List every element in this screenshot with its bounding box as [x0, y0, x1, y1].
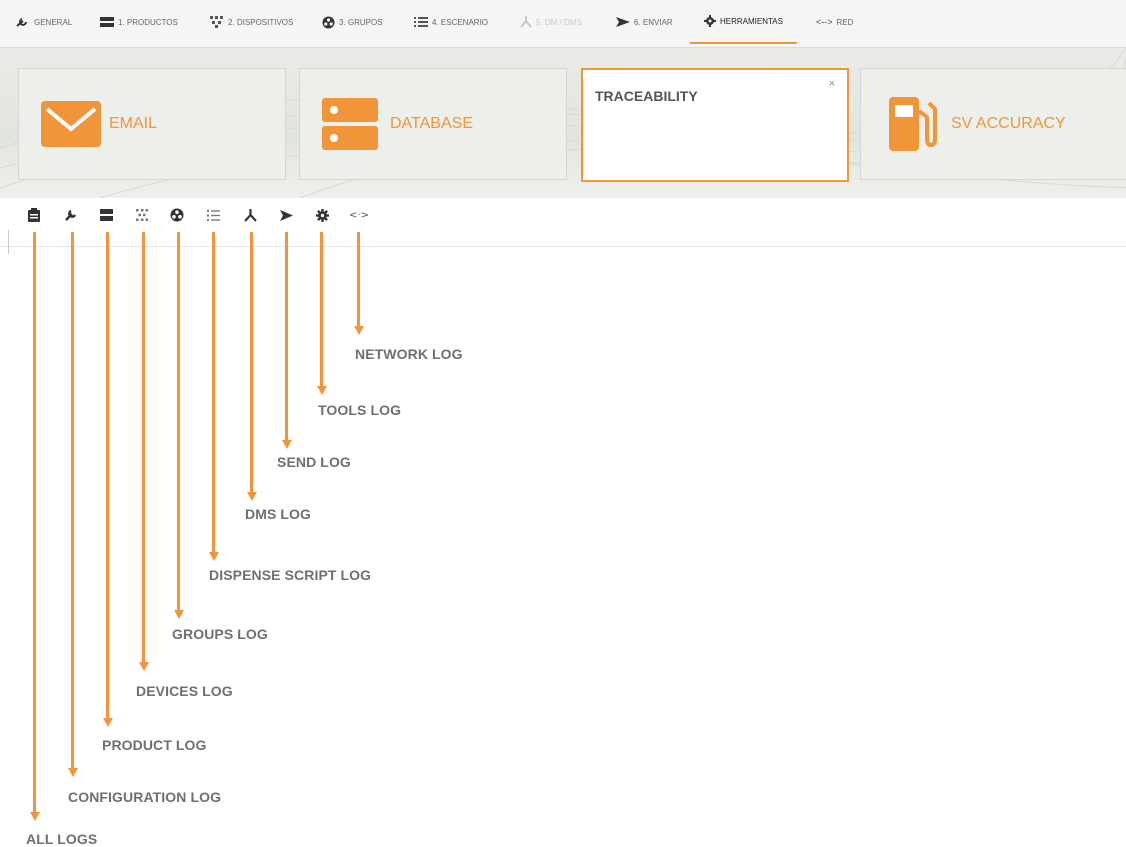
arrow-head-send-log [281, 440, 292, 449]
arrow-head-product-log [102, 718, 113, 727]
annotation-send-log: SEND LOG [277, 454, 351, 470]
envelope-icon [41, 101, 101, 147]
nav-productos-label: 1. PRODUCTOS [118, 17, 178, 27]
arrow-network-log [357, 232, 360, 328]
arrow-configuration-log [71, 232, 74, 770]
arrow-product-log [106, 232, 109, 720]
arrow-devices-log [142, 232, 145, 664]
groups-icon [170, 208, 184, 222]
arrow-head-groups-log [173, 610, 184, 619]
arrow-head-configuration-log [67, 768, 78, 777]
nav-escenario[interactable]: 4. ESCENARIO [414, 0, 488, 44]
annotation-dms-log: DMS LOG [245, 506, 312, 522]
nav-productos[interactable]: 1. PRODUCTOS [100, 0, 178, 44]
annotation-groups-log: GROUPS LOG [172, 626, 268, 642]
nav-herramientas-label: HERRAMIENTAS [720, 16, 783, 26]
annotation-configuration-log: CONFIGURATION LOG [68, 789, 222, 805]
nav-red-label: RED [836, 17, 854, 27]
arrow-tools-log [320, 232, 323, 388]
nav-enviar[interactable]: 6. ENVIAR [616, 0, 673, 44]
tile-traceability[interactable]: TRACEABILITY × [581, 68, 849, 182]
fork-icon [520, 16, 532, 28]
nav-grupos-label: 3. GRUPOS [339, 17, 383, 27]
arrow-send-log [285, 232, 288, 442]
network-icon: <--> [816, 17, 833, 27]
tile-sv-accuracy[interactable]: SV ACCURACY [860, 68, 1126, 180]
tile-email[interactable]: EMAIL [18, 68, 286, 180]
fuel-pump-icon [889, 97, 937, 151]
clipboard-icon [28, 208, 40, 222]
send-icon [616, 17, 630, 27]
tools-tile-band: EMAIL DATABASE TRACEABILITY × SV ACCURAC… [0, 48, 1126, 198]
arrow-all-logs [33, 232, 36, 814]
arrow-groups-log [177, 232, 180, 612]
nav-grupos[interactable]: 3. GRUPOS [322, 0, 383, 44]
annotation-dispense-script-log: DISPENSE SCRIPT LOG [209, 567, 372, 583]
arrow-head-devices-log [138, 662, 149, 671]
annotation-tools-log: TOOLS LOG [318, 402, 402, 418]
devices-icon [136, 209, 148, 221]
wrench-icon [16, 18, 27, 27]
product-log-button[interactable] [97, 206, 115, 224]
toolbar-divider [8, 230, 9, 254]
gear-icon [704, 15, 716, 27]
annotation-devices-log: DEVICES LOG [136, 683, 233, 699]
send-icon [279, 209, 293, 221]
network-log-button[interactable]: <·> [349, 206, 369, 224]
list-icon [414, 17, 428, 27]
nav-general-label: GENERAL [34, 17, 73, 27]
nav-dms-label: 5. DM / DMS [536, 17, 582, 27]
devices-icon [210, 16, 223, 28]
groups-log-button[interactable] [168, 206, 186, 224]
all-logs-button[interactable] [25, 206, 43, 224]
tile-sv-accuracy-label: SV ACCURACY [951, 115, 1066, 132]
arrow-head-tools-log [316, 386, 327, 395]
annotation-network-log: NETWORK LOG [355, 346, 463, 362]
wrench-icon [65, 209, 77, 221]
tile-database-label: DATABASE [390, 115, 473, 132]
annotation-product-log: PRODUCT LOG [102, 737, 207, 753]
annotation-all-logs: ALL LOGS [26, 831, 98, 847]
list-icon [206, 209, 220, 221]
tools-log-button[interactable] [313, 206, 331, 224]
nav-dispositivos-label: 2. DISPOSITIVOS [228, 17, 294, 27]
gear-icon [315, 208, 329, 222]
configuration-log-button[interactable] [62, 206, 80, 224]
nav-enviar-label: 6. ENVIAR [634, 17, 673, 27]
nav-dispositivos[interactable]: 2. DISPOSITIVOS [210, 0, 293, 44]
dispense-script-log-button[interactable] [204, 206, 222, 224]
nav-herramientas[interactable]: HERRAMIENTAS [690, 0, 797, 44]
fork-icon [243, 208, 257, 222]
nav-general[interactable]: GENERAL [16, 0, 72, 44]
nav-red[interactable]: <--> RED [816, 0, 853, 44]
arrow-head-dispense-script-log [208, 552, 219, 561]
arrow-head-network-log [353, 326, 364, 335]
close-icon[interactable]: × [829, 78, 835, 90]
network-icon: <·> [349, 209, 369, 221]
database-icon [322, 98, 378, 150]
dms-log-button[interactable] [241, 206, 259, 224]
server-icon [100, 17, 114, 27]
groups-icon [322, 16, 335, 28]
devices-log-button[interactable] [133, 206, 151, 224]
nav-escenario-label: 4. ESCENARIO [432, 17, 489, 27]
tile-traceability-label: TRACEABILITY [595, 88, 698, 104]
tile-database[interactable]: DATABASE [299, 68, 567, 180]
nav-dms: 5. DM / DMS [520, 0, 582, 44]
send-log-button[interactable] [277, 206, 295, 224]
top-navigation: GENERAL 1. PRODUCTOS 2. DISPOSITIVOS 3. … [0, 0, 1126, 48]
arrow-dms-log [250, 232, 253, 494]
server-icon [99, 209, 113, 221]
arrow-head-dms-log [246, 492, 257, 501]
tile-email-label: EMAIL [109, 115, 158, 132]
arrow-head-all-logs [29, 812, 40, 821]
arrow-dispense-script-log [212, 232, 215, 554]
